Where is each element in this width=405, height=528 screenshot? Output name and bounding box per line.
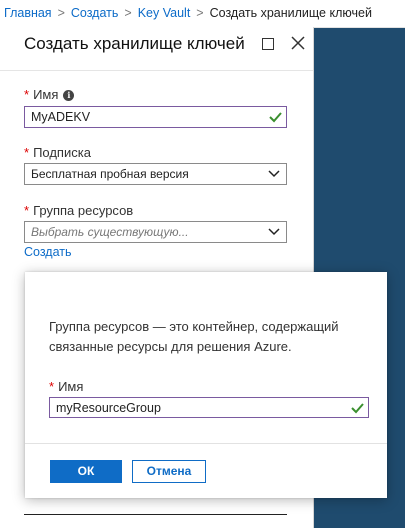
blade-header: Создать хранилище ключей — [0, 27, 313, 71]
breadcrumb-create[interactable]: Создать — [71, 6, 119, 20]
resource-group-label: * Группа ресурсов — [24, 203, 133, 218]
name-label-text: Имя — [33, 87, 59, 102]
breadcrumb-current: Создать хранилище ключей — [209, 6, 372, 20]
name-label: * Имя i — [24, 87, 75, 102]
dialog-name-label: * Имя — [49, 379, 83, 394]
subscription-value: Бесплатная пробная версия — [31, 167, 189, 181]
required-mark: * — [24, 203, 30, 218]
breadcrumb-separator: > — [124, 6, 132, 20]
resource-group-label-text: Группа ресурсов — [33, 203, 134, 218]
required-mark: * — [49, 379, 55, 394]
subscription-label: * Подписка — [24, 145, 91, 160]
breadcrumb-separator: > — [57, 6, 65, 20]
resource-group-name-input[interactable] — [56, 400, 336, 415]
breadcrumb-separator: > — [196, 6, 204, 20]
breadcrumb-home[interactable]: Главная — [4, 6, 52, 20]
info-icon[interactable]: i — [63, 90, 75, 101]
create-resource-group-dialog: Группа ресурсов — это контейнер, содержа… — [25, 272, 387, 498]
subscription-label-text: Подписка — [33, 145, 91, 160]
ok-button[interactable]: ОК — [50, 460, 122, 483]
create-resource-group-link[interactable]: Создать — [24, 245, 72, 259]
breadcrumb: Главная > Создать > Key Vault > Создать хранил… — [0, 0, 405, 28]
check-icon — [269, 112, 282, 123]
dialog-divider — [25, 443, 387, 444]
name-field[interactable] — [24, 106, 287, 128]
chevron-down-icon — [268, 170, 280, 178]
blade-title: Создать хранилище ключей — [24, 34, 245, 53]
resource-group-placeholder: Выбрать существующую... — [31, 225, 189, 239]
check-icon — [351, 403, 364, 414]
required-mark: * — [24, 87, 30, 102]
breadcrumb-key-vault[interactable]: Key Vault — [138, 6, 191, 20]
subscription-select[interactable]: Бесплатная пробная версия — [24, 163, 287, 185]
close-icon[interactable] — [290, 35, 306, 51]
required-mark: * — [24, 145, 30, 160]
dialog-description: Группа ресурсов — это контейнер, содержа… — [49, 319, 339, 354]
maximize-icon[interactable] — [262, 38, 274, 50]
divider — [24, 514, 287, 515]
dialog-name-label-text: Имя — [58, 379, 84, 394]
name-input[interactable] — [31, 109, 256, 125]
resource-group-name-field[interactable] — [49, 397, 369, 418]
chevron-down-icon — [268, 228, 280, 236]
cancel-button[interactable]: Отмена — [132, 460, 206, 483]
resource-group-select[interactable]: Выбрать существующую... — [24, 221, 287, 243]
